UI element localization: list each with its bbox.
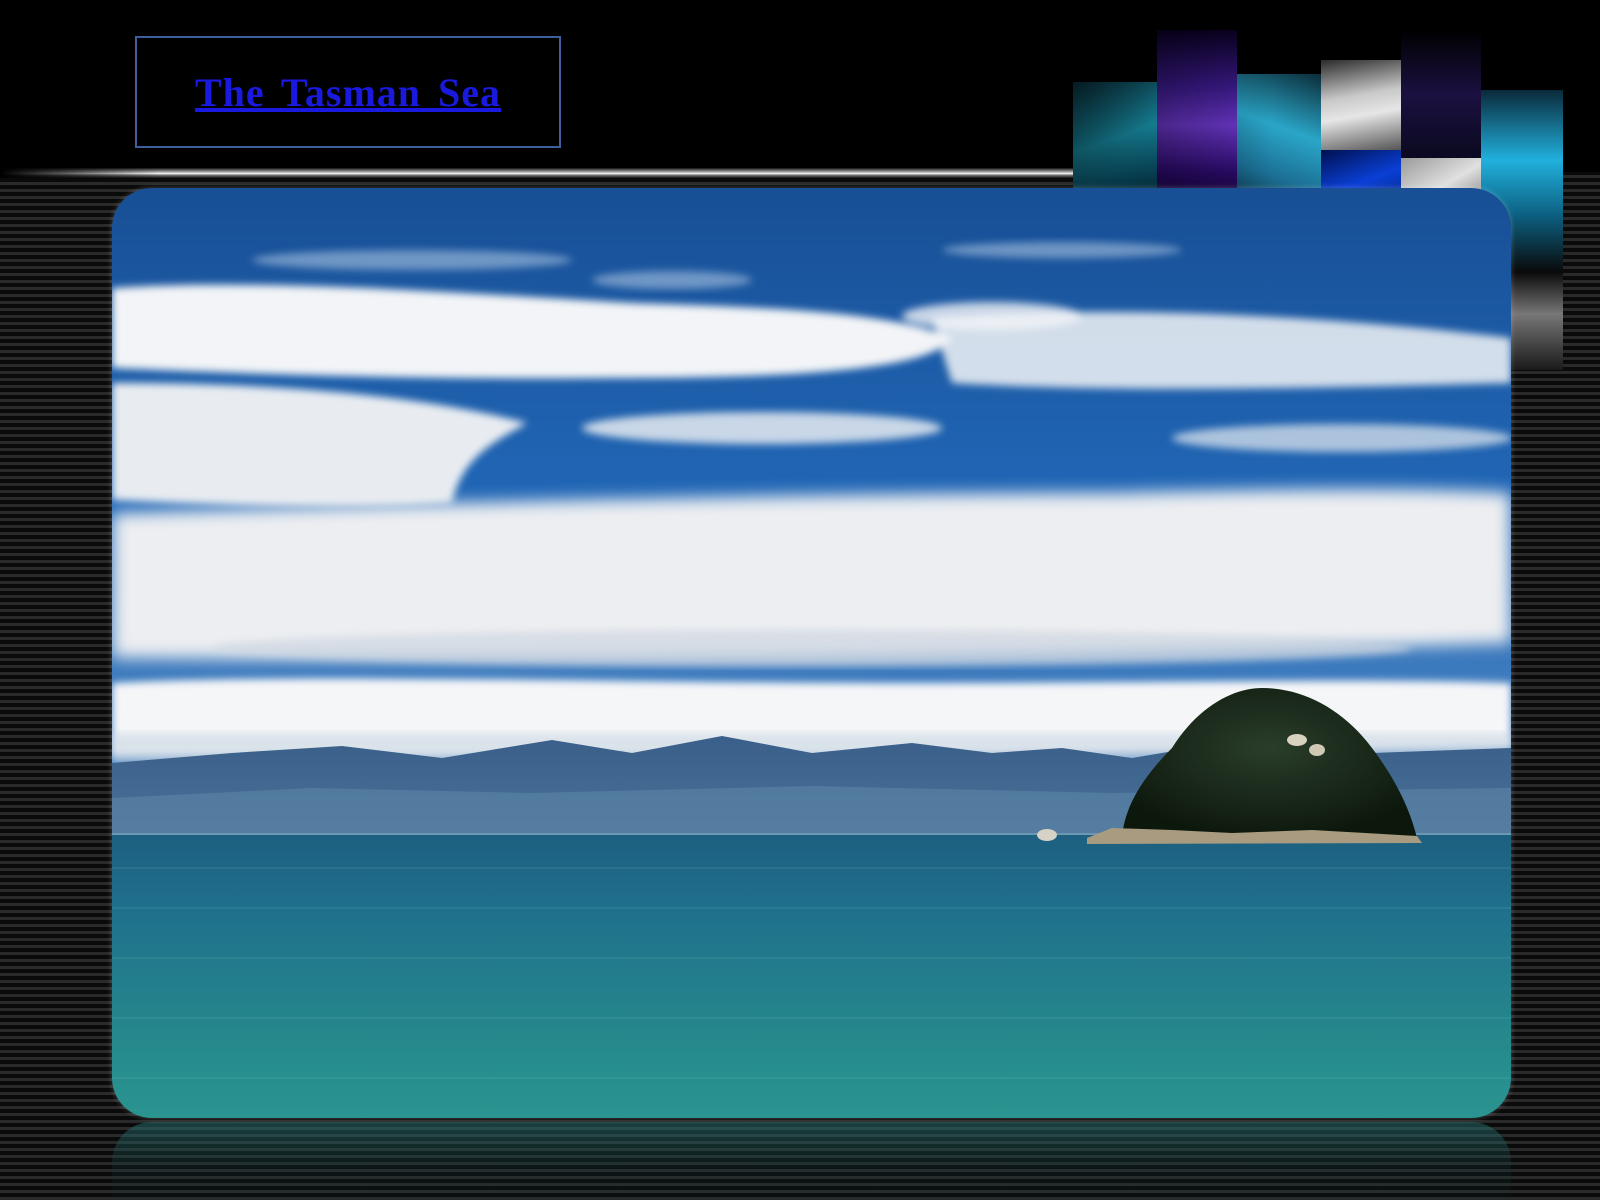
slide: The Tasman Sea	[0, 0, 1600, 1200]
title-box: The Tasman Sea	[135, 36, 561, 148]
title-link[interactable]: The Tasman Sea	[195, 69, 501, 116]
photo-drawing	[112, 188, 1511, 1118]
photo-reflection	[112, 1122, 1511, 1200]
header-divider	[0, 168, 1100, 178]
small-rock	[1037, 829, 1057, 841]
sea	[112, 833, 1511, 1118]
sea-with-island-photo	[112, 188, 1511, 1118]
